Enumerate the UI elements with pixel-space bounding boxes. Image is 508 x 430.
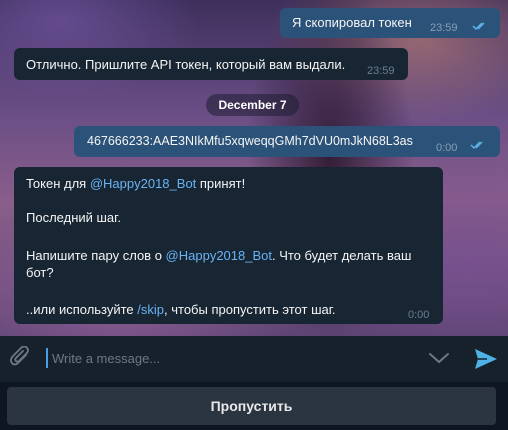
message-text: Отлично. Пришлите API токен, который вам… (26, 57, 346, 72)
message-input[interactable] (46, 348, 412, 368)
message-time: 0:00 (436, 142, 458, 154)
chat-area: Я скопировал токен 23:59 Отлично. Пришли… (0, 0, 508, 336)
double-check-icon (470, 141, 483, 150)
reply-keyboard: Пропустить (0, 382, 508, 430)
bot-line-3: Напишите пару слов о @Happy2018_Bot. Что… (26, 248, 412, 263)
message-incoming[interactable]: Отлично. Пришлите API токен, который вам… (14, 48, 408, 80)
message-composer (0, 336, 508, 382)
bot-line-4: ..или используйте /skip, чтобы пропустит… (26, 302, 336, 317)
message-outgoing[interactable]: 467666233:AAE3NIkMfu5xqweqqGMh7dVU0mJkN6… (74, 126, 500, 157)
message-text: 467666233:AAE3NIkMfu5xqweqqGMh7dVU0mJkN6… (87, 134, 413, 148)
bot-username-link[interactable]: @Happy2018_Bot (90, 176, 196, 191)
bot-username-link[interactable]: @Happy2018_Bot (166, 248, 272, 263)
double-check-icon (472, 22, 485, 31)
message-time: 23:59 (367, 65, 395, 77)
send-icon[interactable] (474, 348, 498, 370)
message-outgoing[interactable]: Я скопировал токен 23:59 (280, 8, 500, 38)
bot-line-2: Последний шаг. (26, 210, 121, 225)
bot-line-3-cont: бот? (26, 265, 54, 280)
paperclip-icon[interactable] (10, 346, 32, 370)
bot-message[interactable]: Токен для @Happy2018_Bot принят! Последн… (14, 167, 443, 324)
message-text: Я скопировал токен (292, 15, 412, 30)
date-separator: December 7 (206, 94, 299, 116)
skip-command-link[interactable]: /skip (137, 302, 164, 317)
bot-line-1: Токен для @Happy2018_Bot принят! (26, 176, 246, 191)
message-time: 23:59 (430, 22, 458, 34)
chevron-down-icon[interactable] (428, 351, 450, 365)
skip-button[interactable]: Пропустить (7, 387, 496, 425)
message-time: 0:00 (408, 309, 430, 321)
